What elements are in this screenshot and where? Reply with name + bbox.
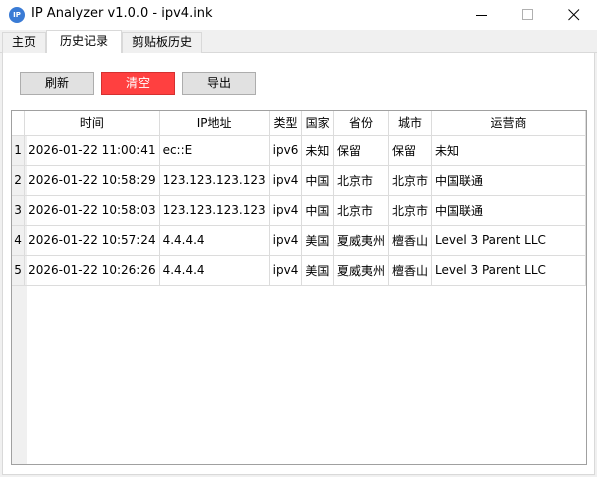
row-number: 3 — [12, 195, 26, 226]
row-number: 5 — [12, 255, 26, 286]
cell-type[interactable]: ipv4 — [269, 195, 303, 226]
cell-country[interactable]: 美国 — [301, 225, 334, 256]
cell-isp[interactable]: 中国联通 — [431, 195, 586, 226]
column-header-ip[interactable]: IP地址 — [159, 111, 270, 136]
cell-ip[interactable]: 123.123.123.123 — [159, 165, 270, 196]
cell-type[interactable]: ipv6 — [269, 135, 303, 166]
maximize-icon — [522, 9, 533, 20]
cell-type[interactable]: ipv4 — [269, 255, 303, 286]
cell-time[interactable]: 2026-01-22 10:57:24 — [24, 225, 160, 256]
cell-ip[interactable]: ec::E — [159, 135, 270, 166]
cell-province[interactable]: 北京市 — [333, 165, 390, 196]
cell-country[interactable]: 中国 — [301, 195, 334, 226]
close-button[interactable] — [551, 0, 597, 30]
cell-city[interactable]: 檀香山 — [388, 225, 433, 256]
cell-country[interactable]: 美国 — [301, 255, 334, 286]
row-number: 4 — [12, 225, 26, 256]
tab-home[interactable]: 主页 — [2, 32, 46, 53]
maximize-button[interactable] — [505, 0, 551, 30]
minimize-button[interactable] — [459, 0, 505, 30]
column-header-country[interactable]: 国家 — [301, 111, 334, 136]
table-row[interactable]: 5 2026-01-22 10:26:26 4.4.4.4 ipv4 美国 夏威… — [12, 255, 586, 286]
tab-clipboard-history[interactable]: 剪贴板历史 — [122, 32, 202, 53]
row-number: 1 — [12, 135, 26, 166]
cell-country[interactable]: 中国 — [301, 165, 334, 196]
window-title: IP Analyzer v1.0.0 - ipv4.ink — [31, 6, 213, 21]
cell-province[interactable]: 北京市 — [333, 195, 390, 226]
cell-city[interactable]: 北京市 — [388, 165, 433, 196]
cell-time[interactable]: 2026-01-22 10:58:29 — [24, 165, 160, 196]
export-button[interactable]: 导出 — [182, 72, 256, 95]
cell-ip[interactable]: 4.4.4.4 — [159, 225, 270, 256]
cell-province[interactable]: 夏威夷州 — [333, 225, 390, 256]
cell-isp[interactable]: 未知 — [431, 135, 586, 166]
cell-type[interactable]: ipv4 — [269, 165, 303, 196]
table-header-row: 时间 IP地址 类型 国家 省份 城市 运营商 — [12, 111, 586, 136]
column-header-type[interactable]: 类型 — [269, 111, 303, 136]
app-logo-icon: IP — [9, 7, 25, 23]
history-grid: 时间 IP地址 类型 国家 省份 城市 运营商 1 2026-01-22 11:… — [12, 111, 586, 286]
corner-header — [12, 111, 26, 136]
cell-isp[interactable]: 中国联通 — [431, 165, 586, 196]
cell-city[interactable]: 保留 — [388, 135, 433, 166]
cell-ip[interactable]: 4.4.4.4 — [159, 255, 270, 286]
cell-time[interactable]: 2026-01-22 10:58:03 — [24, 195, 160, 226]
table-row[interactable]: 2 2026-01-22 10:58:29 123.123.123.123 ip… — [12, 165, 586, 196]
column-header-isp[interactable]: 运营商 — [431, 111, 586, 136]
table-row[interactable]: 4 2026-01-22 10:57:24 4.4.4.4 ipv4 美国 夏威… — [12, 225, 586, 256]
cell-isp[interactable]: Level 3 Parent LLC — [431, 255, 586, 286]
cell-province[interactable]: 夏威夷州 — [333, 255, 390, 286]
cell-time[interactable]: 2026-01-22 10:26:26 — [24, 255, 160, 286]
column-header-time[interactable]: 时间 — [24, 111, 160, 136]
column-header-city[interactable]: 城市 — [388, 111, 433, 136]
cell-province[interactable]: 保留 — [333, 135, 390, 166]
tab-history[interactable]: 历史记录 — [46, 30, 122, 53]
clear-button[interactable]: 清空 — [101, 72, 175, 95]
cell-time[interactable]: 2026-01-22 11:00:41 — [24, 135, 160, 166]
cell-type[interactable]: ipv4 — [269, 225, 303, 256]
cell-country[interactable]: 未知 — [301, 135, 334, 166]
table-row[interactable]: 1 2026-01-22 11:00:41 ec::E ipv6 未知 保留 保… — [12, 135, 586, 166]
history-table[interactable]: 时间 IP地址 类型 国家 省份 城市 运营商 1 2026-01-22 11:… — [11, 110, 587, 465]
column-header-province[interactable]: 省份 — [333, 111, 390, 136]
title-bar[interactable]: IP IP Analyzer v1.0.0 - ipv4.ink — [0, 0, 597, 30]
row-number: 2 — [12, 165, 26, 196]
refresh-button[interactable]: 刷新 — [20, 72, 94, 95]
minimize-icon — [476, 15, 487, 16]
app-window: IP IP Analyzer v1.0.0 - ipv4.ink 主页 历史记录… — [0, 0, 597, 477]
cell-city[interactable]: 檀香山 — [388, 255, 433, 286]
cell-isp[interactable]: Level 3 Parent LLC — [431, 225, 586, 256]
cell-city[interactable]: 北京市 — [388, 195, 433, 226]
table-row[interactable]: 3 2026-01-22 10:58:03 123.123.123.123 ip… — [12, 195, 586, 226]
close-icon — [568, 9, 580, 21]
cell-ip[interactable]: 123.123.123.123 — [159, 195, 270, 226]
